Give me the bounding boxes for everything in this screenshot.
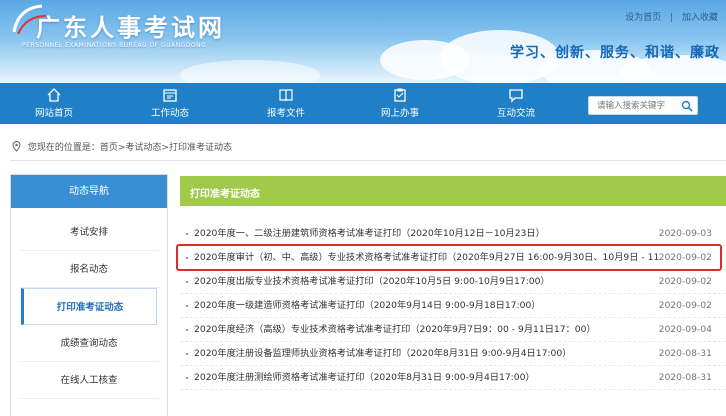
bullet [186,377,188,379]
list-item-date: 2020-09-03 [658,228,712,239]
sidebar-item-online-check[interactable]: 在线人工核查 [19,362,159,399]
bullet [186,257,188,259]
site-header: 广东人事考试网 PERSONNEL EXAMINATIONS BUREAU OF… [0,0,726,83]
calendar-icon [163,89,177,102]
site-title[interactable]: 广东人事考试网 [36,8,225,43]
site-subtitle: PERSONNEL EXAMINATIONS BUREAU OF GUANGDO… [22,42,207,49]
clipboard-icon [394,88,406,102]
list-item-title[interactable]: 2020年度审计（初、中、高级）专业技术资格考试准考证打印（2020年9月27日… [194,246,660,270]
list-item-date: 2020-09-04 [658,324,712,335]
sidebar-item-score-query[interactable]: 成绩查询动态 [19,325,159,362]
list-item-date: 2020-08-31 [658,372,712,383]
search-input[interactable] [589,97,675,114]
nav-item-work-news[interactable]: 工作动态 [130,83,210,124]
list-item-date: 2020-09-02 [658,252,712,263]
sidebar-item-registration[interactable]: 报名动态 [19,251,159,288]
location-pin-icon [12,141,21,152]
content-header: 打印准考证动态 [180,176,726,206]
list-item-title[interactable]: 2020年度经济（高级）专业技术资格考试准考证打印（2020年9月7日9：00 … [194,318,660,342]
list-item-title[interactable]: 2020年度一、二级注册建筑师资格考试准考证打印（2020年10月12日－10月… [194,222,660,246]
list-item[interactable]: 2020年度注册测绘师资格考试准考证打印（2020年8月31日 9:00-9月4… [180,366,726,390]
bullet [186,353,188,355]
nav-label: 互动交流 [496,108,535,119]
nav-item-interaction[interactable]: 互动交流 [476,83,556,124]
list-item-title[interactable]: 2020年度出版专业技术资格考试准考证打印（2020年10月5日 9:00-10… [194,270,660,294]
sidebar-item-admission-ticket[interactable]: 打印准考证动态 [21,288,157,325]
chat-icon [509,89,523,103]
nav-item-exam-docs[interactable]: 报考文件 [246,83,326,124]
breadcrumb: 您现在的位置是：首页>考试动态>打印准考证动态 [12,140,232,153]
list-item[interactable]: 2020年度一级建造师资格考试准考证打印（2020年9月14日 9:00-9月1… [180,294,726,318]
divider [10,160,726,161]
book-icon [279,89,293,102]
search-box [588,96,698,115]
site-slogan: 学习、创新、服务、和谐、廉政 [510,45,720,61]
nav-label: 工作动态 [150,108,189,119]
list-item[interactable]: 2020年度一、二级注册建筑师资格考试准考证打印（2020年10月12日－10月… [180,222,726,246]
list-item-title[interactable]: 2020年度注册测绘师资格考试准考证打印（2020年8月31日 9:00-9月4… [194,366,660,390]
sidebar: 动态导航 考试安排 报名动态 打印准考证动态 成绩查询动态 在线人工核查 [10,174,168,416]
nav-label: 报考文件 [266,108,305,119]
bullet [186,329,188,331]
nav-item-home[interactable]: 网站首页 [14,83,94,124]
list-item-title[interactable]: 2020年度一级建造师资格考试准考证打印（2020年9月14日 9:00-9月1… [194,294,660,318]
home-icon [47,88,61,102]
list-item-date: 2020-09-02 [658,300,712,311]
list-item-date: 2020-08-31 [658,348,712,359]
content-heading: 打印准考证动态 [190,189,260,200]
cloud-decoration [180,60,320,83]
news-list: 2020年度一、二级注册建筑师资格考试准考证打印（2020年10月12日－10月… [176,222,726,390]
separator: | [670,13,674,23]
bullet [186,305,188,307]
sidebar-item-exam-schedule[interactable]: 考试安排 [19,214,159,251]
list-item[interactable]: 2020年度审计（初、中、高级）专业技术资格考试准考证打印（2020年9月27日… [176,244,726,271]
set-homepage-link[interactable]: 设为首页 [625,13,661,23]
add-favorite-link[interactable]: 加入收藏 [682,13,718,23]
sidebar-heading: 动态导航 [11,175,167,208]
breadcrumb-text[interactable]: 您现在的位置是：首页>考试动态>打印准考证动态 [28,143,232,153]
nav-label: 网站首页 [34,108,73,119]
search-icon[interactable] [681,100,693,112]
nav-label: 网上办事 [380,108,419,119]
list-item[interactable]: 2020年度出版专业技术资格考试准考证打印（2020年10月5日 9:00-10… [180,270,726,294]
list-item-date: 2020-09-02 [658,276,712,287]
nav-item-online-service[interactable]: 网上办事 [360,83,440,124]
bullet [186,281,188,283]
list-item[interactable]: 2020年度注册设备监理师执业资格考试准考证打印（2020年8月31日 9:00… [180,342,726,366]
list-item-title[interactable]: 2020年度注册设备监理师执业资格考试准考证打印（2020年8月31日 9:00… [194,342,660,366]
bullet [186,233,188,235]
top-links: 设为首页 | 加入收藏 [619,10,718,23]
list-item[interactable]: 2020年度经济（高级）专业技术资格考试准考证打印（2020年9月7日9：00 … [180,318,726,342]
